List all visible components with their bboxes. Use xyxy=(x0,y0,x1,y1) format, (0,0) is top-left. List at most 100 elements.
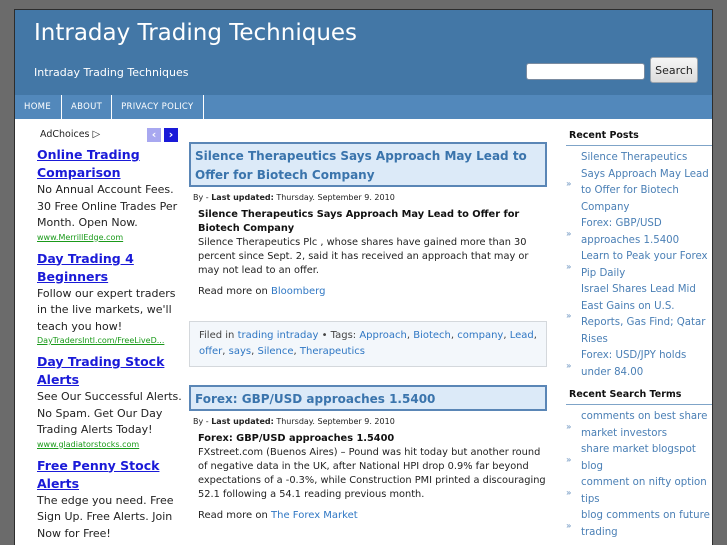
tag-link[interactable]: Therapeutics xyxy=(300,346,365,357)
recent-post-item: » Silence Therapeutics Says Approach May … xyxy=(566,150,712,216)
site-header: Intraday Trading Techniques Intraday Tra… xyxy=(15,10,712,95)
double-chevron-right-icon: » xyxy=(566,487,572,498)
ad-text: The edge you need. Free Sign Up. Free Al… xyxy=(37,493,174,540)
tag-link[interactable]: Approach xyxy=(359,330,407,341)
ad-item: Free Penny Stock Alerts The edge you nee… xyxy=(37,457,187,543)
post-body-title: Silence Therapeutics Says Approach May L… xyxy=(198,209,520,234)
recent-post-item: » Forex: USD/JPY holds under 84.00 xyxy=(566,348,712,381)
adchoices-link[interactable]: AdChoices ▷ xyxy=(40,129,100,140)
tag-link[interactable]: says xyxy=(229,346,251,357)
read-more-prefix: Read more on xyxy=(198,510,272,521)
main-nav: HOME ABOUT PRIVACY POLICY xyxy=(15,95,712,119)
tag-link[interactable]: Biotech xyxy=(413,330,451,341)
post-title-box: Silence Therapeutics Says Approach May L… xyxy=(189,142,547,187)
ad-title-link[interactable]: Day Trading Stock Alerts xyxy=(37,353,187,389)
recent-post-link[interactable]: Learn to Peak your Forex Pip Daily xyxy=(581,251,708,279)
ad-text: No Annual Account Fees. 30 Free Online T… xyxy=(37,183,178,229)
search-term-item: » blog comments on future trading xyxy=(566,508,712,541)
read-more: Read more on Bloomberg xyxy=(198,286,547,297)
search-term-item: » comment on nifty option tips xyxy=(566,475,712,508)
double-chevron-right-icon: » xyxy=(566,360,572,371)
post-meta-prefix: By - xyxy=(193,193,212,202)
post-title-link[interactable]: Forex: GBP/USD approaches 1.5400 xyxy=(195,392,435,406)
post-meta-prefix: By - xyxy=(193,417,212,426)
read-more-source-link[interactable]: The Forex Market xyxy=(271,510,358,521)
recent-post-item: » Learn to Peak your Forex Pip Daily xyxy=(566,249,712,282)
ad-item: Day Trading Stock Alerts See Our Success… xyxy=(37,353,187,451)
site-title[interactable]: Intraday Trading Techniques xyxy=(34,20,357,46)
ad-url-link[interactable]: www.MerrillEdge.com xyxy=(37,232,187,244)
post-meta-label: Last updated: xyxy=(211,417,274,426)
search-term-link[interactable]: comments on best share market investors xyxy=(581,411,707,439)
post-title-box: Forex: GBP/USD approaches 1.5400 xyxy=(189,385,547,411)
page: Intraday Trading Techniques Intraday Tra… xyxy=(14,9,713,545)
tag-link[interactable]: company xyxy=(457,330,503,341)
recent-search-terms-list: » comments on best share market investors… xyxy=(566,409,712,541)
ad-next-button[interactable]: › xyxy=(164,128,178,142)
adchoices-label: AdChoices xyxy=(40,129,90,140)
double-chevron-right-icon: » xyxy=(566,454,572,465)
search-term-link[interactable]: share market blogspot blog xyxy=(581,444,696,472)
post-body: Silence Therapeutics Says Approach May L… xyxy=(198,208,547,278)
ad-title-link[interactable]: Day Trading 4 Beginners xyxy=(37,250,187,286)
post-tags-box: Filed in trading intraday • Tags: Approa… xyxy=(189,321,547,367)
search-term-link[interactable]: blog comments on future trading xyxy=(581,510,710,538)
recent-search-terms-title: Recent Search Terms xyxy=(566,389,712,405)
ad-item: Day Trading 4 Beginners Follow our exper… xyxy=(37,250,187,348)
ad-title-link[interactable]: Online Trading Comparison xyxy=(37,146,187,182)
search-term-item: » share market blogspot blog xyxy=(566,442,712,475)
post-body: Forex: GBP/USD approaches 1.5400 FXstree… xyxy=(198,432,547,502)
search-input[interactable] xyxy=(526,63,645,80)
double-chevron-right-icon: » xyxy=(566,421,572,432)
nav-item-home[interactable]: HOME xyxy=(15,95,62,119)
ad-text: Follow our expert traders in the live ma… xyxy=(37,286,176,333)
ad-title-link[interactable]: Free Penny Stock Alerts xyxy=(37,457,187,493)
double-chevron-right-icon: » xyxy=(566,311,572,322)
search-term-link[interactable]: comment on nifty option tips xyxy=(581,477,707,505)
post-body-title: Forex: GBP/USD approaches 1.5400 xyxy=(198,433,395,444)
recent-posts-list: » Silence Therapeutics Says Approach May … xyxy=(566,150,712,381)
tag-link[interactable]: offer xyxy=(199,346,222,357)
post-meta: By - Last updated: Thursday. September 9… xyxy=(193,417,547,426)
read-more-prefix: Read more on xyxy=(198,286,272,297)
recent-post-link[interactable]: Silence Therapeutics Says Approach May L… xyxy=(581,152,709,213)
post: Silence Therapeutics Says Approach May L… xyxy=(189,142,547,367)
recent-post-link[interactable]: Israel Shares Lead Mid East Gains on U.S… xyxy=(581,284,705,345)
recent-post-link[interactable]: Forex: GBP/USD approaches 1.5400 xyxy=(581,218,679,246)
ad-prev-button[interactable]: ‹ xyxy=(147,128,161,142)
double-chevron-right-icon: » xyxy=(566,261,572,272)
recent-posts-title: Recent Posts xyxy=(566,130,712,146)
post-body-text: Silence Therapeutics Plc , whose shares … xyxy=(198,237,529,276)
post-title-link[interactable]: Silence Therapeutics Says Approach May L… xyxy=(195,149,527,182)
post: Forex: GBP/USD approaches 1.5400 By - La… xyxy=(189,385,547,521)
read-more-source-link[interactable]: Bloomberg xyxy=(271,286,325,297)
double-chevron-right-icon: » xyxy=(566,228,572,239)
adchoices-icon: ▷ xyxy=(92,129,101,140)
category-link[interactable]: trading intraday xyxy=(238,330,319,341)
double-chevron-right-icon: » xyxy=(566,179,572,190)
post-meta: By - Last updated: Thursday. September 9… xyxy=(193,193,547,202)
post-meta-label: Last updated: xyxy=(211,193,274,202)
ad-column: AdChoices ▷ ‹ › Online Trading Compariso… xyxy=(37,128,187,545)
search-term-item: » comments on best share market investors xyxy=(566,409,712,442)
recent-post-item: » Israel Shares Lead Mid East Gains on U.… xyxy=(566,282,712,348)
ad-item: Online Trading Comparison No Annual Acco… xyxy=(37,146,187,244)
nav-item-about[interactable]: ABOUT xyxy=(62,95,113,119)
right-sidebar: Recent Posts » Silence Therapeutics Says … xyxy=(566,130,712,545)
post-date: Thursday. September 9. 2010 xyxy=(273,193,395,202)
ad-url-link[interactable]: DayTradersIntl.com/FreeLiveD... xyxy=(37,335,187,347)
post-date: Thursday. September 9. 2010 xyxy=(273,417,395,426)
nav-item-privacy-policy[interactable]: PRIVACY POLICY xyxy=(112,95,204,119)
recent-post-item: » Forex: GBP/USD approaches 1.5400 xyxy=(566,216,712,249)
tag-link[interactable]: Lead xyxy=(510,330,534,341)
chevron-left-icon: ‹ xyxy=(151,128,157,141)
filed-prefix: Filed in xyxy=(199,330,238,341)
ad-url-link[interactable]: www.gladiatorstocks.com xyxy=(37,439,187,451)
tag-link[interactable]: Silence xyxy=(257,346,293,357)
chevron-right-icon: › xyxy=(168,128,174,141)
search-button[interactable]: Search xyxy=(650,57,698,83)
ad-text: See Our Successful Alerts. No Spam. Get … xyxy=(37,390,182,436)
tags-prefix: • Tags: xyxy=(318,330,360,341)
recent-post-link[interactable]: Forex: USD/JPY holds under 84.00 xyxy=(581,350,686,378)
main-content: Silence Therapeutics Says Approach May L… xyxy=(189,142,547,521)
